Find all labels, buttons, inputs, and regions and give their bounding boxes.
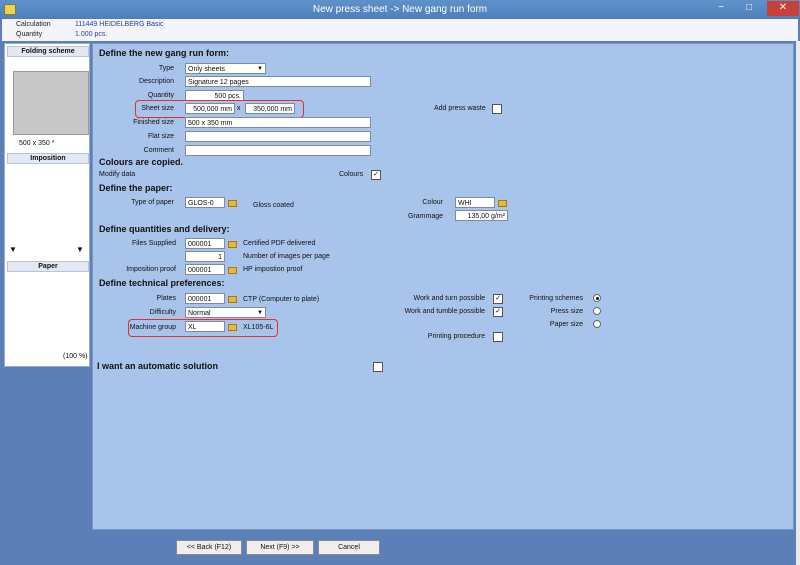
work-and-turn-checkbox[interactable]: ✓ [493,294,503,304]
colours-checkbox[interactable]: ✓ [371,170,381,180]
sheet-width-input[interactable]: 500,000 mm [185,103,235,114]
finished-size-label: Finished size [133,119,174,126]
colour-input[interactable]: WHI [455,197,495,208]
type-value: Only sheets [188,66,225,73]
difficulty-select[interactable]: Normal ▼ [185,307,266,318]
main-form: Define the new gang run form: Type Only … [92,43,794,530]
section-title-technical: Define technical preferences: [99,278,225,288]
scroll-down-right-icon[interactable]: ▼ [76,245,84,254]
paper-type-description: Gloss coated [253,202,294,209]
comment-label: Comment [143,147,174,154]
cancel-button[interactable]: Cancel [318,540,380,555]
quantity-info-label: Quantity [16,31,43,38]
imposition-proof-input[interactable]: 000001 [185,264,225,275]
description-input[interactable]: Signature 12 pages [185,76,371,87]
folder-icon[interactable] [228,296,237,303]
printing-procedure-label: Printing procedure [427,333,485,340]
folder-icon[interactable] [228,241,237,248]
files-supplied-label: Files Supplied [132,240,176,247]
imposition-proof-label: Imposition proof [126,266,176,273]
difficulty-value: Normal [188,310,211,317]
colours-label: Colours [339,171,364,178]
section-title-gang-run: Define the new gang run form: [99,48,230,58]
add-press-waste-checkbox[interactable] [492,104,502,114]
plates-label: Plates [156,295,176,302]
folding-size-label: 500 x 350 * [19,140,55,147]
images-per-page-label: Number of images per page [243,253,330,260]
press-size-label: Press size [550,308,583,315]
paper-type-label: Type of paper [131,199,174,206]
calculation-label: Calculation [16,21,51,28]
grammage-input[interactable]: 135,00 g/m² [455,210,508,221]
type-select[interactable]: Only sheets ▼ [185,63,266,74]
info-strip: Calculation 111449 HEIDELBERG Basic Quan… [2,19,798,41]
work-and-turn-label: Work and turn possible [413,295,485,302]
folder-icon[interactable] [498,200,507,207]
sheet-size-label: Sheet size [141,105,174,112]
section-title-colours: Colours are copied. [99,157,184,167]
modify-data-label: Modify data [99,171,136,178]
colour-label: Colour [422,199,443,206]
next-button[interactable]: Next (F9) >> [246,540,314,555]
automatic-solution-label: I want an automatic solution [97,361,219,371]
sheet-size-separator: x [237,105,241,112]
printing-procedure-checkbox[interactable] [493,332,503,342]
printing-schemes-label: Printing schemes [529,295,583,302]
paper-size-radio[interactable] [593,320,601,328]
description-label: Description [138,78,174,85]
paper-percent: (100 %) [63,353,88,360]
close-button[interactable]: ✕ [767,1,799,16]
machine-group-input[interactable]: XL [185,321,225,332]
finished-size-input[interactable]: 500 x 350 mm [185,117,371,128]
work-and-tumble-label: Work and tumble possible [404,308,485,315]
folding-scheme-preview [13,71,89,135]
folder-icon[interactable] [228,267,237,274]
quantity-info-value: 1.000 pcs. [75,31,108,38]
quantity-label: Quantity [147,92,174,99]
paper-header: Paper [7,261,89,272]
plates-description: CTP (Computer to plate) [243,296,320,303]
section-title-paper: Define the paper: [99,183,173,193]
machine-group-label: Machine group [129,324,176,331]
maximize-button[interactable]: □ [736,1,762,16]
plates-input[interactable]: 000001 [185,293,225,304]
minimize-button[interactable]: − [708,1,734,16]
chevron-down-icon: ▼ [257,66,263,72]
chevron-down-icon: ▼ [257,310,263,316]
automatic-solution-checkbox[interactable] [373,362,383,372]
folder-icon[interactable] [228,200,237,207]
files-supplied-description: Certified PDF delivered [243,240,316,247]
printing-schemes-radio[interactable] [593,294,601,302]
title-bar: New press sheet -> New gang run form − □… [0,0,800,19]
difficulty-label: Difficulty [149,309,176,316]
paper-type-input[interactable]: GLOS-0 [185,197,225,208]
window-title: New press sheet -> New gang run form [312,4,488,15]
add-press-waste-label: Add press waste [434,105,486,112]
section-title-quantities: Define quantities and delivery: [99,224,230,234]
window-edge [796,41,800,565]
left-panel: Folding scheme 500 x 350 * Imposition ▼ … [4,43,90,367]
back-button[interactable]: << Back (F12) [176,540,242,555]
files-supplied-input[interactable]: 000001 [185,238,225,249]
type-label: Type [158,65,174,72]
paper-size-label: Paper size [549,321,583,328]
imposition-proof-description: HP impostion proof [243,266,303,273]
folding-scheme-header: Folding scheme [7,46,89,57]
imposition-header: Imposition [7,153,89,164]
comment-input[interactable] [185,145,371,156]
folder-icon[interactable] [228,324,237,331]
flat-size-input[interactable] [185,131,371,142]
press-size-radio[interactable] [593,307,601,315]
work-and-tumble-checkbox[interactable]: ✓ [493,307,503,317]
scroll-down-left-icon[interactable]: ▼ [9,245,17,254]
sheet-height-input[interactable]: 350,000 mm [245,103,295,114]
machine-group-description: XL105-6L [243,324,274,331]
images-per-page-input[interactable]: 1 [185,251,225,262]
flat-size-label: Flat size [147,133,174,140]
grammage-label: Grammage [407,213,443,220]
calculation-value: 111449 HEIDELBERG Basic [75,21,164,28]
